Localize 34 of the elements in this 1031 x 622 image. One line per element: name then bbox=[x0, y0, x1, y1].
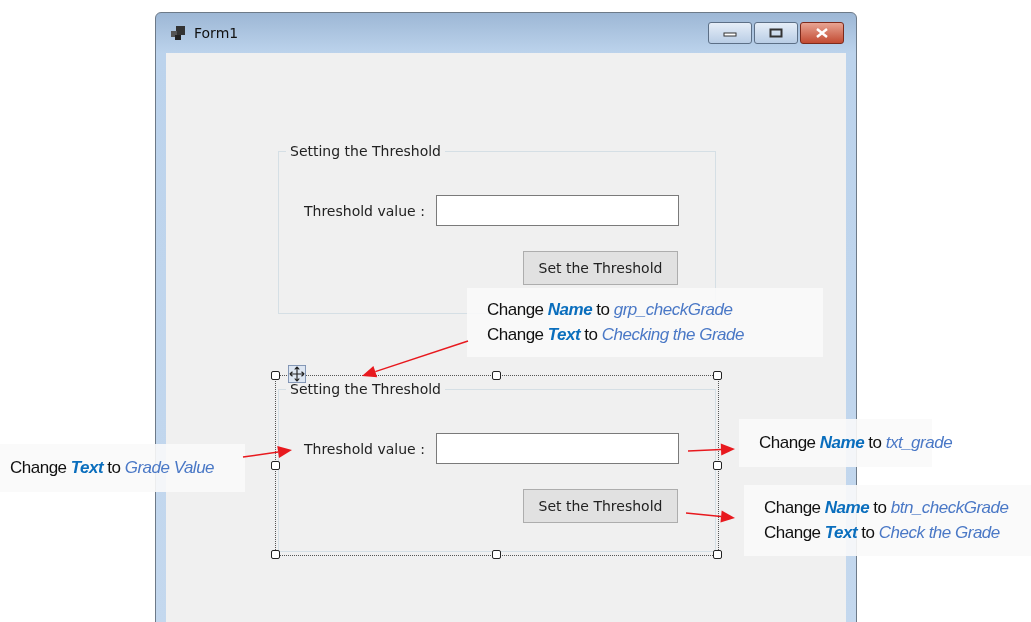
arrow bbox=[242, 446, 292, 458]
threshold-button[interactable]: Set the Threshold bbox=[523, 489, 678, 523]
annotation-text: Change Text to Grade Value bbox=[10, 457, 216, 479]
close-button[interactable] bbox=[800, 22, 844, 44]
arrow bbox=[685, 510, 735, 523]
resize-handle[interactable] bbox=[492, 371, 501, 380]
minimize-button[interactable] bbox=[708, 22, 752, 44]
field-label: Threshold value : bbox=[304, 440, 426, 457]
threshold-button[interactable]: Set the Threshold bbox=[523, 251, 678, 285]
input-field[interactable] bbox=[436, 195, 679, 226]
resize-handle[interactable] bbox=[271, 371, 280, 380]
group-title: Setting the Threshold bbox=[286, 143, 445, 160]
move-icon[interactable] bbox=[288, 365, 306, 383]
resize-handle[interactable] bbox=[713, 460, 722, 470]
maximize-button[interactable] bbox=[754, 22, 798, 44]
maximize-icon bbox=[769, 28, 783, 38]
resize-handle[interactable] bbox=[271, 460, 280, 470]
window-title: Form1 bbox=[194, 25, 240, 41]
form-icon bbox=[170, 25, 186, 41]
input-field[interactable] bbox=[436, 433, 679, 464]
minimize-icon bbox=[723, 29, 737, 37]
close-icon bbox=[815, 28, 829, 38]
annotation-text: Change Name to btn_checkGrade bbox=[764, 497, 1010, 519]
group-title: Setting the Threshold bbox=[286, 381, 445, 398]
arrow bbox=[687, 443, 735, 456]
resize-handle[interactable] bbox=[713, 371, 722, 380]
field-label: Threshold value : bbox=[304, 202, 426, 219]
annotation-text: Change Text to Checking the Grade bbox=[487, 324, 745, 346]
annotation-text: Change Text to Check the Grade bbox=[764, 522, 1001, 544]
annotation-text: Change Name to grp_checkGrade bbox=[487, 299, 734, 321]
annotation-text: Change Name to txt_grade bbox=[759, 432, 954, 454]
resize-handle[interactable] bbox=[271, 550, 280, 559]
resize-handle[interactable] bbox=[492, 550, 501, 559]
resize-handle[interactable] bbox=[713, 550, 722, 559]
